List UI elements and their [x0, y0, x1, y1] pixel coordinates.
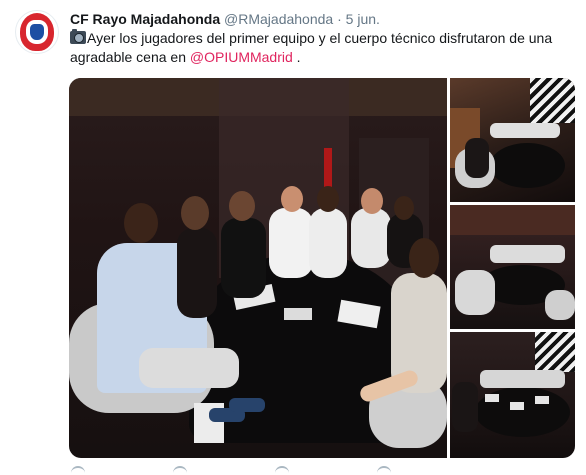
reply-icon[interactable]	[71, 466, 85, 475]
person	[177, 228, 217, 318]
shoe	[229, 398, 265, 412]
ceiling	[450, 205, 575, 235]
tweet-header: CF Rayo Majadahonda @RMajadahonda · 5 ju…	[70, 10, 380, 28]
person-head	[281, 186, 303, 212]
tweet-date[interactable]: 5 jun.	[346, 11, 380, 27]
tweet-text: Ayer los jugadores del primer equipo y e…	[70, 29, 575, 67]
person-head	[361, 188, 383, 214]
person-head	[229, 191, 255, 221]
person	[221, 218, 266, 298]
avatar[interactable]	[15, 10, 59, 54]
napkin	[284, 308, 312, 320]
plate	[535, 396, 549, 404]
tweet-text-body: Ayer los jugadores del primer equipo y e…	[70, 30, 553, 65]
photo-4[interactable]	[450, 332, 575, 458]
person	[465, 138, 489, 178]
plate	[510, 402, 524, 410]
like-icon[interactable]	[275, 466, 289, 475]
chair	[545, 290, 575, 320]
club-crest-icon	[20, 13, 54, 51]
person-head	[394, 196, 414, 220]
person	[351, 208, 391, 268]
person	[455, 270, 495, 315]
people-row	[490, 245, 565, 263]
photo-2[interactable]	[450, 78, 575, 202]
photo-3[interactable]	[450, 205, 575, 329]
camera-icon	[70, 29, 86, 44]
person	[309, 208, 347, 278]
separator-dot: ·	[337, 11, 342, 27]
plate	[485, 394, 499, 402]
people-row	[490, 123, 560, 138]
person-head	[317, 186, 339, 212]
people-row	[480, 370, 565, 388]
person-head	[409, 238, 439, 278]
tweet-text-end: .	[292, 49, 301, 65]
account-handle[interactable]: @RMajadahonda	[224, 11, 333, 27]
person-head	[181, 196, 209, 230]
dinner-table	[490, 143, 565, 188]
retweet-icon[interactable]	[173, 466, 187, 475]
photo-main[interactable]	[69, 78, 447, 458]
mention-link[interactable]: @OPIUMMadrid	[190, 49, 293, 65]
media-grid	[69, 78, 575, 458]
zigzag-wall	[535, 332, 575, 372]
person	[269, 208, 313, 278]
person	[452, 382, 478, 432]
account-name[interactable]: CF Rayo Majadahonda	[70, 11, 220, 27]
person-head	[124, 203, 158, 243]
tweet-actions	[69, 466, 575, 475]
person-legs	[139, 348, 239, 388]
message-icon[interactable]	[377, 466, 391, 475]
zigzag-wall	[530, 78, 575, 123]
